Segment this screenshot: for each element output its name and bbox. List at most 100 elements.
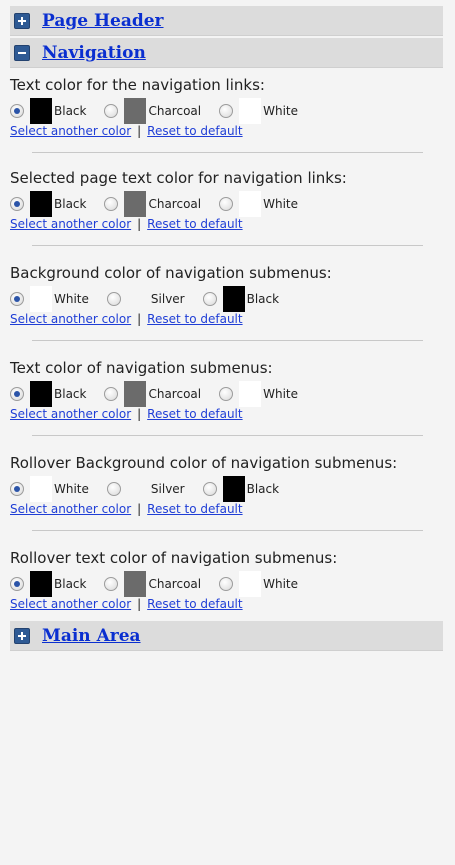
color-option-silver[interactable]: Silver bbox=[106, 476, 185, 502]
radio-button[interactable] bbox=[10, 577, 24, 591]
section-title-navigation[interactable]: Navigation bbox=[42, 43, 146, 63]
color-swatch bbox=[30, 571, 52, 597]
link-separator: | bbox=[137, 407, 142, 421]
color-links: Select another color | Reset to default bbox=[10, 217, 455, 231]
select-another-color-link[interactable]: Select another color bbox=[10, 312, 131, 326]
setting-label: Rollover text color of navigation submen… bbox=[10, 549, 338, 567]
section-header-navigation[interactable]: Navigation bbox=[10, 38, 443, 68]
color-option-label: White bbox=[263, 387, 299, 401]
setting-label: Background color of navigation submenus: bbox=[10, 264, 332, 282]
color-setting-group: Text color for the navigation links: Blac… bbox=[10, 68, 455, 138]
radio-button[interactable] bbox=[10, 197, 24, 211]
color-option-white[interactable]: White bbox=[10, 476, 89, 502]
color-option-white[interactable]: White bbox=[219, 571, 298, 597]
reset-to-default-link[interactable]: Reset to default bbox=[147, 124, 242, 138]
link-separator: | bbox=[137, 597, 142, 611]
color-option-label: Charcoal bbox=[148, 577, 202, 591]
color-options: Black Charcoal White bbox=[10, 381, 455, 407]
reset-to-default-link[interactable]: Reset to default bbox=[147, 502, 242, 516]
select-another-color-link[interactable]: Select another color bbox=[10, 217, 131, 231]
radio-button[interactable] bbox=[202, 482, 217, 496]
color-option-white[interactable]: White bbox=[219, 98, 298, 124]
color-setting-group: Selected page text color for navigation … bbox=[10, 153, 455, 231]
color-option-label: Black bbox=[54, 387, 87, 401]
reset-to-default-link[interactable]: Reset to default bbox=[147, 217, 242, 231]
color-option-label: White bbox=[263, 104, 299, 118]
color-option-black[interactable]: Black bbox=[202, 476, 279, 502]
collapse-minus-icon[interactable] bbox=[14, 44, 30, 61]
section-header-main-area[interactable]: Main Area bbox=[10, 621, 443, 651]
color-options: White Silver Black bbox=[10, 286, 455, 312]
radio-button[interactable] bbox=[106, 482, 121, 496]
radio-button[interactable] bbox=[219, 197, 234, 211]
color-swatch bbox=[124, 381, 147, 407]
expand-plus-icon[interactable] bbox=[14, 627, 30, 644]
color-links: Select another color | Reset to default bbox=[10, 124, 455, 138]
reset-to-default-link[interactable]: Reset to default bbox=[147, 597, 242, 611]
radio-button[interactable] bbox=[10, 482, 24, 496]
expand-plus-icon[interactable] bbox=[14, 12, 30, 29]
radio-button[interactable] bbox=[10, 387, 24, 401]
link-separator: | bbox=[137, 312, 142, 326]
color-option-label: White bbox=[263, 197, 299, 211]
color-option-label: Silver bbox=[150, 292, 185, 306]
radio-button[interactable] bbox=[10, 104, 24, 118]
radio-button[interactable] bbox=[104, 387, 119, 401]
select-another-color-link[interactable]: Select another color bbox=[10, 124, 131, 138]
color-swatch bbox=[30, 381, 52, 407]
color-swatch bbox=[239, 571, 262, 597]
color-option-charcoal[interactable]: Charcoal bbox=[104, 571, 201, 597]
setting-label: Rollover Background color of navigation … bbox=[10, 454, 398, 472]
color-option-silver[interactable]: Silver bbox=[106, 286, 185, 312]
color-option-label: White bbox=[54, 482, 89, 496]
select-another-color-link[interactable]: Select another color bbox=[10, 407, 131, 421]
color-option-black[interactable]: Black bbox=[10, 571, 86, 597]
color-option-black[interactable]: Black bbox=[10, 191, 86, 217]
settings-panel: Page Header Navigation Text color for th… bbox=[0, 6, 455, 865]
color-option-black[interactable]: Black bbox=[10, 98, 86, 124]
color-options: Black Charcoal White bbox=[10, 191, 455, 217]
color-option-white[interactable]: White bbox=[10, 286, 89, 312]
color-swatch bbox=[239, 381, 262, 407]
link-separator: | bbox=[137, 502, 142, 516]
radio-button[interactable] bbox=[10, 292, 24, 306]
color-option-charcoal[interactable]: Charcoal bbox=[104, 191, 201, 217]
color-option-charcoal[interactable]: Charcoal bbox=[104, 98, 201, 124]
color-setting-group: Rollover text color of navigation submen… bbox=[10, 531, 455, 611]
radio-button[interactable] bbox=[106, 292, 121, 306]
color-links: Select another color | Reset to default bbox=[10, 597, 455, 611]
color-option-label: Black bbox=[54, 577, 87, 591]
radio-button[interactable] bbox=[104, 197, 119, 211]
reset-to-default-link[interactable]: Reset to default bbox=[147, 407, 242, 421]
color-option-label: Silver bbox=[150, 482, 185, 496]
color-options: Black Charcoal White bbox=[10, 571, 455, 597]
color-setting-group: Background color of navigation submenus:… bbox=[10, 246, 455, 326]
color-swatch bbox=[126, 286, 149, 312]
section-header-page-header[interactable]: Page Header bbox=[10, 6, 443, 36]
color-links: Select another color | Reset to default bbox=[10, 407, 455, 421]
color-links: Select another color | Reset to default bbox=[10, 312, 455, 326]
color-option-charcoal[interactable]: Charcoal bbox=[104, 381, 201, 407]
radio-button[interactable] bbox=[104, 104, 119, 118]
radio-button[interactable] bbox=[219, 577, 234, 591]
color-swatch bbox=[124, 191, 147, 217]
color-setting-group: Rollover Background color of navigation … bbox=[10, 436, 455, 516]
setting-label: Text color of navigation submenus: bbox=[10, 359, 273, 377]
radio-button[interactable] bbox=[219, 104, 234, 118]
radio-button[interactable] bbox=[202, 292, 217, 306]
color-option-black[interactable]: Black bbox=[10, 381, 86, 407]
color-option-label: Black bbox=[54, 197, 87, 211]
radio-button[interactable] bbox=[219, 387, 234, 401]
radio-button[interactable] bbox=[104, 577, 119, 591]
color-option-white[interactable]: White bbox=[219, 191, 298, 217]
section-title-page-header[interactable]: Page Header bbox=[42, 11, 164, 31]
reset-to-default-link[interactable]: Reset to default bbox=[147, 312, 242, 326]
section-title-main-area[interactable]: Main Area bbox=[42, 626, 141, 646]
link-separator: | bbox=[137, 217, 142, 231]
color-swatch bbox=[30, 191, 52, 217]
select-another-color-link[interactable]: Select another color bbox=[10, 502, 131, 516]
color-options: Black Charcoal White bbox=[10, 98, 455, 124]
color-option-black[interactable]: Black bbox=[202, 286, 279, 312]
color-option-white[interactable]: White bbox=[219, 381, 298, 407]
select-another-color-link[interactable]: Select another color bbox=[10, 597, 131, 611]
